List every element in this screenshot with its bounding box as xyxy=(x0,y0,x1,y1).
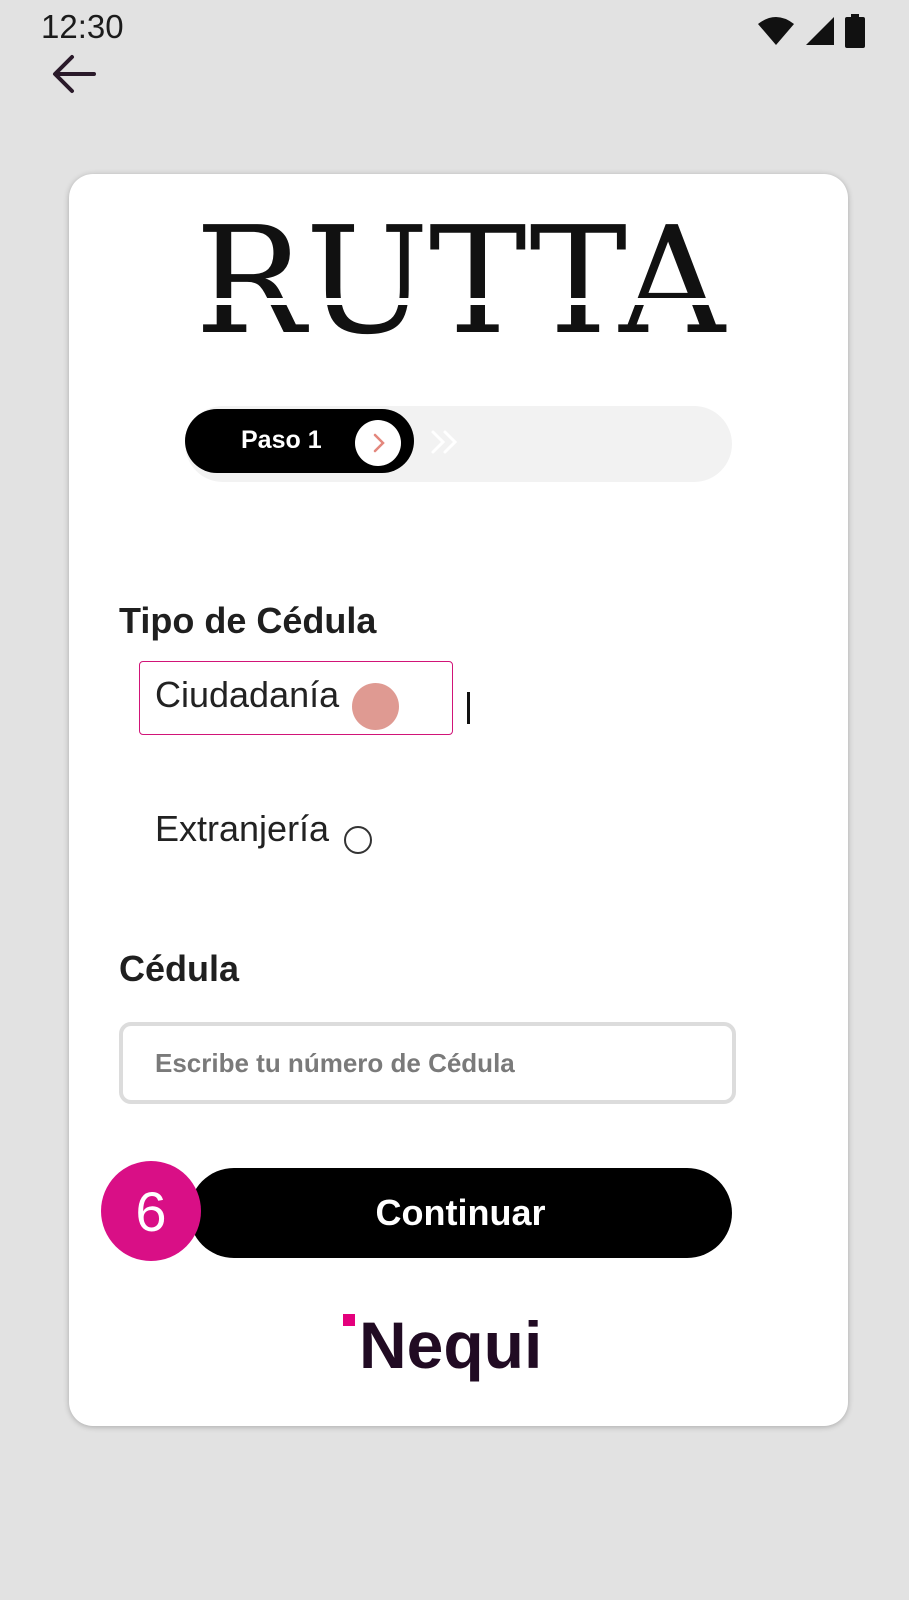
rutta-logo: RUTTA xyxy=(190,214,730,354)
nequi-logo-text: Nequi xyxy=(359,1308,542,1382)
wifi-icon xyxy=(757,16,795,46)
cedula-field xyxy=(119,1022,736,1104)
step-current[interactable]: Paso 1 xyxy=(185,409,414,473)
ciudadania-label[interactable]: Ciudadanía xyxy=(155,674,339,716)
extranjeria-label[interactable]: Extranjería xyxy=(155,808,329,850)
form-card: RUTTA Paso 1 Tipo de Cédula Ciudadanía E… xyxy=(69,174,848,1426)
arrow-left-icon xyxy=(48,55,100,102)
double-chevron-right-icon xyxy=(429,426,463,463)
text-cursor xyxy=(467,692,470,724)
tipo-cedula-label: Tipo de Cédula xyxy=(119,600,377,641)
chevron-right-icon xyxy=(355,420,401,466)
step-label: Paso 1 xyxy=(241,426,322,454)
step-number-badge: 6 xyxy=(101,1161,201,1261)
extranjeria-radio[interactable] xyxy=(344,826,372,854)
ciudadania-radio[interactable] xyxy=(352,683,399,730)
progress-stepper: Paso 1 xyxy=(185,406,732,482)
continue-button[interactable]: Continuar xyxy=(189,1168,732,1258)
status-time: 12:30 xyxy=(41,8,124,45)
status-icons xyxy=(757,14,865,48)
back-button[interactable] xyxy=(48,50,100,98)
status-bar: 12:30 xyxy=(0,0,909,60)
rutta-logo-text: RUTTA xyxy=(195,214,727,354)
battery-icon xyxy=(845,14,865,48)
cell-signal-icon xyxy=(805,16,835,46)
nequi-logo: Nequi xyxy=(341,1304,571,1384)
cedula-input[interactable] xyxy=(123,1026,732,1100)
cedula-label: Cédula xyxy=(119,948,240,989)
